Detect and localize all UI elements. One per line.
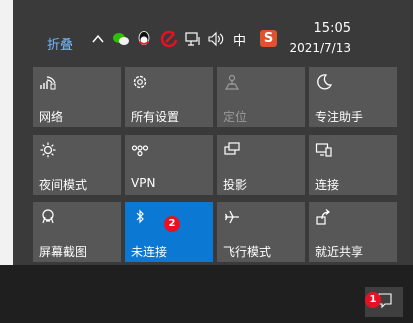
airplane-icon: [224, 210, 239, 224]
tile-label: 所有设置: [131, 110, 180, 124]
tile-label: VPN: [131, 176, 156, 190]
netease-music-icon[interactable]: [160, 30, 178, 48]
tile-night-light[interactable]: 夜间模式: [33, 135, 121, 195]
annotation-badge: 2: [164, 216, 180, 232]
clock-time[interactable]: 15:05: [281, 21, 351, 36]
nearby-share-icon: [316, 209, 330, 225]
tile-label: 投影: [223, 178, 248, 192]
tile-label: 屏幕截图: [39, 245, 88, 259]
tile-focus-assist[interactable]: 专注助手: [309, 67, 397, 127]
tile-label: 夜间模式: [39, 178, 88, 192]
vpn-icon: [131, 145, 149, 157]
volume-icon[interactable]: [207, 30, 225, 48]
taskbar: [0, 265, 413, 323]
bluetooth-icon: [136, 209, 144, 224]
tile-label: 飞行模式: [223, 245, 272, 259]
chevron-up-icon[interactable]: [92, 30, 104, 48]
location-icon: [224, 74, 240, 90]
tile-project[interactable]: 投影: [217, 135, 305, 195]
sogou-ime-icon[interactable]: S: [260, 30, 277, 47]
left-window-edge: [0, 0, 13, 265]
project-icon: [224, 142, 240, 155]
network-icon: [40, 76, 56, 90]
tile-nearby-sharing[interactable]: 就近共享: [309, 202, 397, 262]
clock-date[interactable]: 2021/7/13: [281, 41, 351, 55]
tile-label: 连接: [315, 178, 340, 192]
tile-airplane-mode[interactable]: 飞行模式: [217, 202, 305, 262]
notification-badge: 1: [365, 292, 381, 308]
tile-connect[interactable]: 连接: [309, 135, 397, 195]
tile-network[interactable]: 网络: [33, 67, 121, 127]
screenshot-icon: [42, 209, 54, 224]
brightness-icon: [40, 142, 56, 158]
tile-label: 未连接: [131, 245, 168, 259]
ime-indicator[interactable]: 中: [233, 30, 246, 49]
tile-label: 定位: [223, 110, 248, 124]
tile-label: 专注助手: [315, 110, 364, 124]
tile-label: 就近共享: [315, 245, 364, 259]
tile-all-settings[interactable]: 所有设置: [125, 67, 213, 127]
moon-icon: [317, 74, 333, 90]
tile-location[interactable]: 定位: [217, 67, 305, 127]
tile-label: 网络: [39, 110, 64, 124]
tile-vpn[interactable]: VPN: [125, 135, 213, 195]
wechat-icon[interactable]: [112, 30, 130, 48]
network-tray-icon[interactable]: [184, 30, 202, 48]
tile-screenshot[interactable]: 屏幕截图: [33, 202, 121, 262]
qq-icon[interactable]: [136, 30, 152, 48]
connect-icon: [315, 143, 332, 157]
tile-bluetooth[interactable]: 未连接 2: [125, 202, 213, 262]
collapse-link[interactable]: 折叠: [47, 34, 73, 53]
gear-icon: [133, 75, 147, 89]
